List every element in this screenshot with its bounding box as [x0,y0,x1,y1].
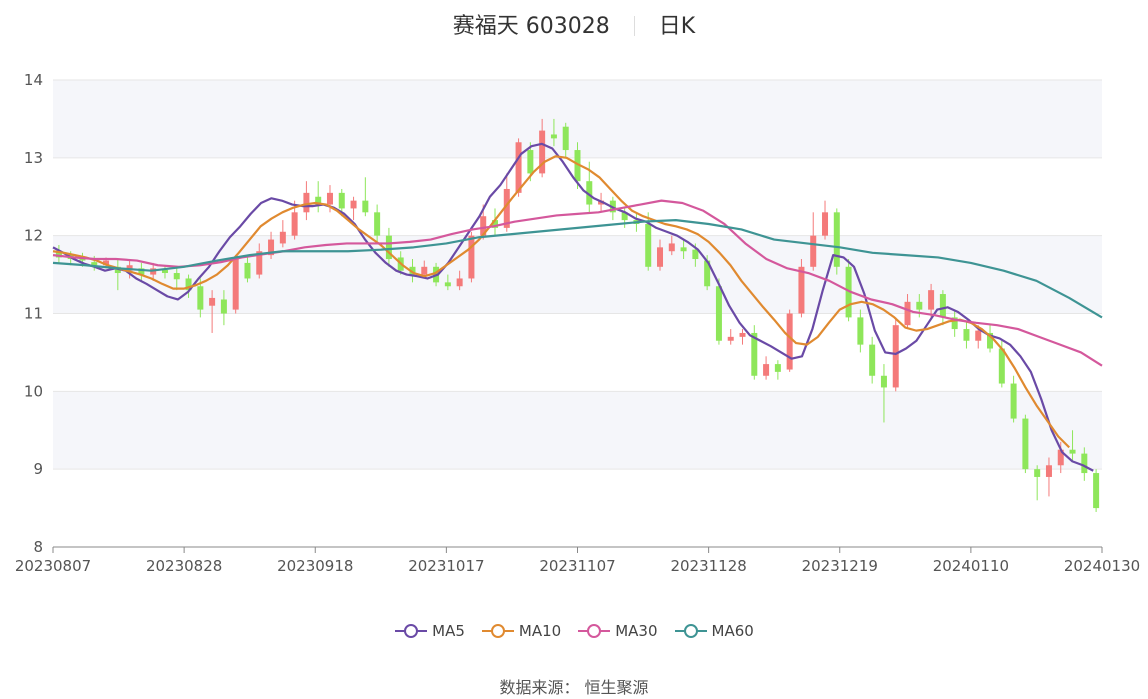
candle-body [550,134,557,139]
candle-body [1034,469,1041,477]
x-tick-label: 20240130 [1064,557,1140,575]
candle-body [668,243,675,252]
candle-body [1069,449,1076,454]
legend-marker-icon [395,624,428,638]
candle-body [727,336,734,341]
legend-label: MA5 [432,622,465,640]
x-tick-label: 20231219 [802,557,878,575]
kline-chart: 8 9 10 11 12 13 14 20230807 20230828 20230918 2023… [15,71,1140,575]
candle-body [975,330,982,341]
candle-body [939,294,946,318]
candle-body [786,313,793,370]
candle-body [1081,453,1088,474]
candle-body [763,364,770,376]
candle-body [1010,383,1017,419]
candle-body [220,299,227,314]
candle-body [998,348,1005,384]
candle-body [715,286,722,341]
candle-body [527,150,534,174]
grid-band [53,391,1102,470]
candle-body [892,325,899,388]
candle-body [1022,418,1029,470]
candle-body [645,223,652,267]
legend-marker-icon [578,624,611,638]
legend-marker-icon [481,624,514,638]
source-note: 数据来源： 恒生聚源 [0,674,1148,698]
candle-body [739,332,746,337]
y-tick-label: 10 [24,382,43,400]
candle-body [810,235,817,267]
candle-body [904,301,911,326]
candle-body [680,247,687,252]
candle-body [197,286,204,310]
x-tick-label: 20230807 [15,557,91,575]
candle-body [456,278,463,287]
candle-body [291,212,298,236]
legend-item-ma10[interactable]: MA10 [481,622,561,640]
candle-body [421,266,428,275]
candle-body [1045,465,1052,477]
source-name: 恒生聚源 [584,678,649,697]
candle-body [963,329,970,341]
candle-body [692,249,699,260]
candle-body [880,375,887,388]
candle-body [326,192,333,205]
legend-item-ma60[interactable]: MA60 [674,622,754,640]
candle-body [857,317,864,345]
legend-label: MA30 [615,622,658,640]
candle-body [657,247,664,267]
candle-body [562,126,569,151]
candle-body [173,273,180,280]
candle-body [209,297,216,306]
candle-body [350,200,357,209]
candle-body [822,212,829,236]
candle-body [833,212,840,267]
page: 赛福天 603028 日K 8 9 10 11 12 13 14 20230807 2023082… [0,0,1148,699]
candle-body [244,262,251,279]
candle-body [362,200,369,213]
y-tick-label: 11 [24,305,43,323]
legend-item-ma5[interactable]: MA5 [394,622,465,640]
candle-body [303,192,310,213]
candle-body [798,266,805,314]
source-label: 数据来源： [499,678,580,697]
legend-label: MA60 [711,622,754,640]
candle-body [232,259,239,310]
candle-body [374,212,381,236]
x-tick-label: 20240110 [933,557,1009,575]
x-tick-label: 20231107 [539,557,615,575]
y-tick-label: 13 [24,149,43,167]
y-tick-label: 14 [24,71,43,89]
candle-body [468,235,475,279]
candle-body [869,344,876,376]
legend-item-ma30[interactable]: MA30 [577,622,658,640]
legend-marker-icon [674,624,707,638]
legend-label: MA10 [518,622,562,640]
candle-body [916,301,923,310]
candle-body [928,290,935,310]
x-tick-label: 20230918 [277,557,353,575]
x-tick-label: 20231017 [408,557,484,575]
y-tick-label: 12 [24,227,43,245]
x-tick-label: 20231128 [670,557,746,575]
candle-body [279,231,286,244]
candle-body [1093,473,1100,509]
y-tick-label: 9 [33,460,43,478]
x-tick-label: 20230828 [146,557,222,575]
legend: MA5 MA10 MA30 MA60 [0,622,1148,643]
candle-body [515,142,522,193]
y-tick-label: 8 [33,538,43,556]
candle-body [444,282,451,287]
candle-body [774,364,781,372]
candle-body [338,192,345,209]
